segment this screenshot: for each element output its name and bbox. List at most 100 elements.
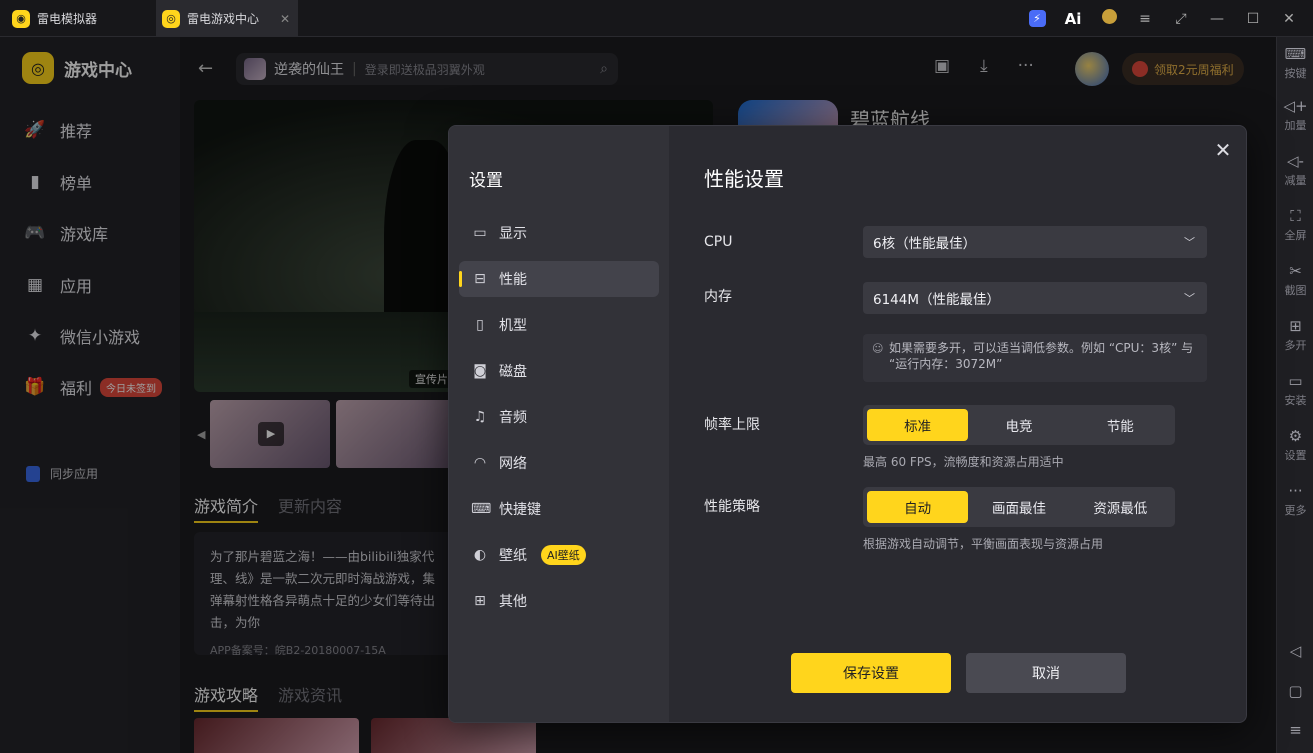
settings-title: 设置 bbox=[469, 171, 503, 191]
settings-menu-other[interactable]: ⊞ 其他 bbox=[459, 583, 659, 619]
performance-icon: ⊟ bbox=[474, 271, 486, 287]
settings-menu-device[interactable]: ▯ 机型 bbox=[459, 307, 659, 343]
scissors-icon: ✂ bbox=[1289, 262, 1302, 280]
settings-menu-performance[interactable]: ⊟ 性能 bbox=[459, 261, 659, 297]
hint-text: 如果需要多开，可以适当调低参数。例如 “CPU：3核” 与 “运行内存：3072… bbox=[889, 341, 1194, 371]
resize-icon[interactable]: ⤢ bbox=[1171, 11, 1191, 27]
settings-menu-wallpaper[interactable]: ◐ 壁纸 AI壁纸 bbox=[459, 537, 659, 573]
settings-menu-audio[interactable]: ♫ 音频 bbox=[459, 399, 659, 435]
maximize-icon[interactable]: ☐ bbox=[1243, 11, 1263, 27]
toolbar-multi[interactable]: ⊞ 多开 bbox=[1277, 317, 1313, 353]
multi-instance-icon: ⊞ bbox=[1289, 317, 1302, 335]
tab-label: 雷电游戏中心 bbox=[187, 12, 260, 26]
cancel-button[interactable]: 取消 bbox=[966, 653, 1126, 693]
toolbar-label: 多开 bbox=[1284, 339, 1307, 352]
settings-dialog: 设置 ▭ 显示 ⊟ 性能 ▯ 机型 ◙ 磁盘 ♫ 音频 ◠ 网络 ⌨ 快捷键 ◐… bbox=[448, 125, 1247, 723]
nav-back-icon[interactable]: ◁ bbox=[1277, 642, 1313, 662]
ai-icon[interactable]: Ai bbox=[1063, 10, 1083, 28]
ai-wallpaper-badge: AI壁纸 bbox=[541, 545, 586, 565]
minimize-icon[interactable]: — bbox=[1207, 11, 1227, 27]
strategy-label: 性能策略 bbox=[704, 499, 760, 515]
toolbar-label: 加量 bbox=[1284, 119, 1307, 132]
thunder-app-icon[interactable]: ⚡ bbox=[1027, 10, 1047, 27]
settings-menu-display[interactable]: ▭ 显示 bbox=[459, 215, 659, 251]
menu-label: 网络 bbox=[499, 456, 527, 472]
toolbar-volume-down[interactable]: ◁- 减量 bbox=[1277, 152, 1313, 188]
settings-menu-network[interactable]: ◠ 网络 bbox=[459, 445, 659, 481]
settings-menu-shortcuts[interactable]: ⌨ 快捷键 bbox=[459, 491, 659, 527]
fps-option-esports[interactable]: 电竞 bbox=[968, 409, 1069, 441]
close-window-icon[interactable]: ✕ bbox=[1279, 11, 1299, 27]
nav-home-icon[interactable]: ▢ bbox=[1277, 682, 1313, 702]
strategy-description: 根据游戏自动调节，平衡画面表现与资源占用 bbox=[863, 537, 1104, 551]
tab-game-center[interactable]: ◎ 雷电游戏中心 ✕ bbox=[156, 0, 298, 37]
toolbar-label: 设置 bbox=[1284, 449, 1307, 462]
toolbar-label: 更多 bbox=[1284, 504, 1307, 517]
phone-icon: ▯ bbox=[476, 317, 484, 333]
toolbar-label: 全屏 bbox=[1284, 229, 1307, 242]
cpu-select[interactable]: 6核（性能最佳） ﹀ bbox=[863, 226, 1207, 258]
toolbar-label: 安装 bbox=[1284, 394, 1307, 407]
chevron-down-icon: ﹀ bbox=[1184, 236, 1195, 249]
wifi-icon: ◠ bbox=[473, 455, 487, 471]
grid-icon: ⊞ bbox=[474, 593, 486, 609]
fps-option-standard[interactable]: 标准 bbox=[867, 409, 969, 441]
right-toolbar: ⌨ 按键 ◁+ 加量 ◁- 减量 ⛶ 全屏 ✂ 截图 ⊞ 多开 ▭ 安装 ⚙ 设置 ··· 更多 … bbox=[1276, 37, 1313, 753]
memory-label: 内存 bbox=[704, 289, 732, 305]
toolbar-keymap[interactable]: ⌨ 按键 bbox=[1277, 45, 1313, 81]
memory-select[interactable]: 6144M（性能最佳） ﹀ bbox=[863, 282, 1207, 314]
selected-indicator bbox=[459, 271, 462, 287]
close-tab-icon[interactable]: ✕ bbox=[280, 12, 290, 26]
audio-icon: ♫ bbox=[473, 409, 487, 425]
gear-icon: ⚙ bbox=[1288, 427, 1303, 445]
settings-menu-disk[interactable]: ◙ 磁盘 bbox=[459, 353, 659, 389]
toolbar-settings[interactable]: ⚙ 设置 bbox=[1277, 427, 1313, 463]
menu-label: 音频 bbox=[499, 410, 527, 426]
tab-emulator[interactable]: ◉ 雷电模拟器 bbox=[8, 0, 156, 37]
menu-label: 性能 bbox=[499, 272, 527, 288]
menu-label: 其他 bbox=[499, 594, 527, 610]
menu-label: 磁盘 bbox=[499, 364, 527, 380]
save-button[interactable]: 保存设置 bbox=[791, 653, 951, 693]
strategy-segmented-control: 自动 画面最佳 资源最低 bbox=[863, 487, 1175, 527]
palette-icon: ◐ bbox=[473, 547, 487, 563]
emulator-logo-icon: ◉ bbox=[12, 9, 30, 28]
strategy-option-best-visual[interactable]: 画面最佳 bbox=[968, 491, 1069, 523]
strategy-option-low-resource[interactable]: 资源最低 bbox=[1070, 491, 1171, 523]
volume-up-icon: ◁+ bbox=[1283, 97, 1308, 115]
monitor-icon: ▭ bbox=[473, 225, 487, 241]
menu-label: 壁纸 bbox=[499, 548, 527, 564]
fps-option-power-save[interactable]: 节能 bbox=[1070, 409, 1171, 441]
smile-icon: ☺ bbox=[872, 342, 884, 355]
fps-segmented-control: 标准 电竞 节能 bbox=[863, 405, 1175, 445]
fullscreen-icon: ⛶ bbox=[1290, 207, 1301, 225]
keyboard-icon: ⌨ bbox=[471, 501, 492, 517]
toolbar-fullscreen[interactable]: ⛶ 全屏 bbox=[1277, 207, 1313, 243]
multi-instance-hint: ☺ 如果需要多开，可以适当调低参数。例如 “CPU：3核” 与 “运行内存：30… bbox=[863, 334, 1207, 382]
coin-icon[interactable] bbox=[1099, 9, 1119, 28]
title-bar: ◉ 雷电模拟器 ◎ 雷电游戏中心 ✕ ⚡ Ai ≡ ⤢ — ☐ ✕ bbox=[0, 0, 1313, 37]
menu-icon[interactable]: ≡ bbox=[1135, 11, 1155, 27]
chevron-down-icon: ﹀ bbox=[1184, 292, 1195, 305]
nav-menu-icon[interactable]: ≡ bbox=[1277, 721, 1313, 741]
toolbar-screenshot[interactable]: ✂ 截图 bbox=[1277, 262, 1313, 298]
volume-down-icon: ◁- bbox=[1287, 152, 1304, 170]
menu-label: 快捷键 bbox=[499, 502, 541, 518]
toolbar-more[interactable]: ··· 更多 bbox=[1277, 482, 1313, 518]
strategy-option-auto[interactable]: 自动 bbox=[867, 491, 969, 523]
more-icon: ··· bbox=[1288, 482, 1303, 500]
fps-description: 最高 60 FPS，流畅度和资源占用适中 bbox=[863, 455, 1064, 469]
window-controls: ⚡ Ai ≡ ⤢ — ☐ ✕ bbox=[1027, 0, 1299, 37]
menu-label: 显示 bbox=[499, 226, 527, 242]
keyboard-icon: ⌨ bbox=[1284, 45, 1307, 63]
apk-install-icon: ▭ bbox=[1288, 372, 1303, 390]
memory-value: 6144M（性能最佳） bbox=[873, 292, 1001, 308]
cpu-label: CPU bbox=[704, 234, 733, 250]
toolbar-install[interactable]: ▭ 安装 bbox=[1277, 372, 1313, 408]
toolbar-volume-up[interactable]: ◁+ 加量 bbox=[1277, 97, 1313, 133]
cpu-value: 6核（性能最佳） bbox=[873, 236, 977, 252]
toolbar-label: 减量 bbox=[1284, 174, 1307, 187]
close-icon[interactable]: ✕ bbox=[1211, 138, 1235, 162]
fps-label: 帧率上限 bbox=[704, 417, 760, 433]
toolbar-label: 按键 bbox=[1284, 67, 1307, 80]
